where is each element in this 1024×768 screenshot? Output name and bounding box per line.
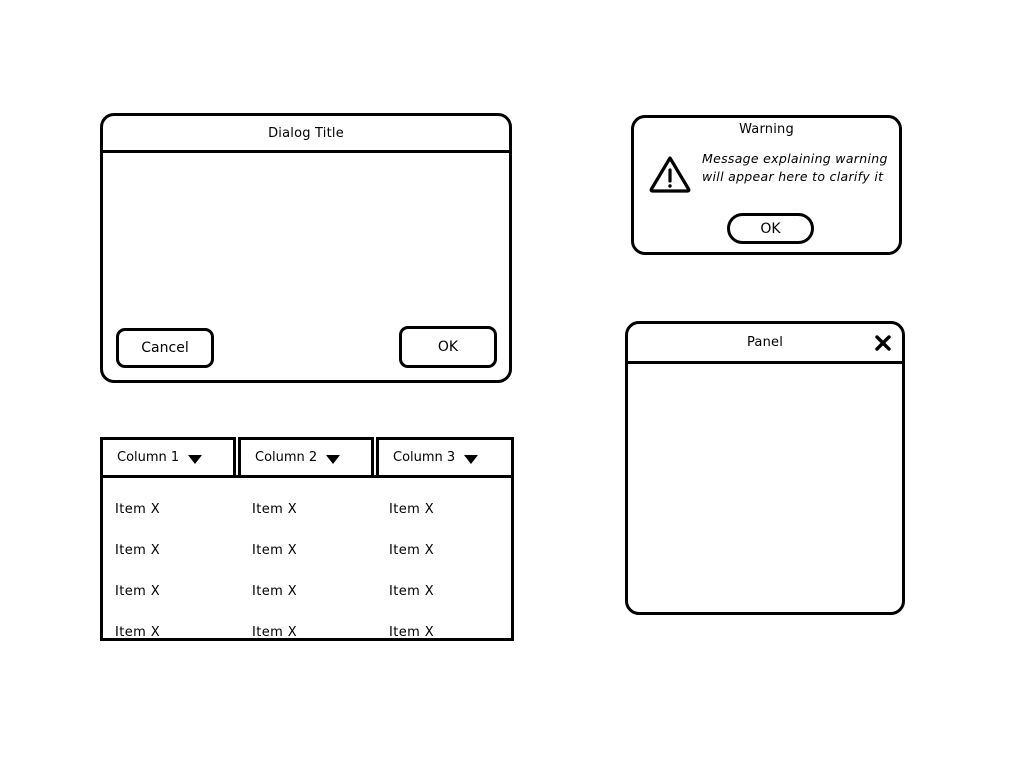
column-header-label: Column 2	[255, 450, 318, 465]
column-header-3[interactable]: Column 3	[376, 437, 514, 478]
table-cell: Item X	[389, 502, 435, 517]
table-row[interactable]: Item X Item X Item X	[103, 571, 511, 612]
data-table: Item X Item X Item X Item X Item X Item …	[100, 437, 514, 641]
wireframe-canvas: Dialog Title Cancel OK Warning Message e…	[0, 0, 1024, 768]
warning-message: Message explaining warning will appear h…	[702, 151, 888, 185]
table-cell: Item X	[252, 625, 298, 640]
table-cell: Item X	[115, 625, 161, 640]
dialog-titlebar: Dialog Title	[103, 116, 509, 153]
panel-title: Panel	[746, 335, 784, 350]
column-header-1[interactable]: Column 1	[100, 437, 236, 478]
column-header-label: Column 3	[393, 450, 456, 465]
table-cell: Item X	[389, 584, 435, 599]
ok-button-label: OK	[437, 339, 459, 355]
table-cell: Item X	[252, 543, 298, 558]
warning-ok-button[interactable]: OK	[727, 213, 814, 244]
panel-content-area	[628, 364, 902, 612]
warning-triangle-icon	[649, 156, 691, 193]
warning-title: Warning	[739, 122, 794, 137]
dialog-title: Dialog Title	[268, 125, 344, 141]
table-cell: Item X	[115, 543, 161, 558]
column-header-label: Column 1	[117, 450, 180, 465]
panel-window: Panel	[625, 321, 905, 615]
table-cell: Item X	[389, 625, 435, 640]
cancel-button[interactable]: Cancel	[116, 328, 214, 368]
warning-ok-button-label: OK	[760, 220, 781, 237]
table-body: Item X Item X Item X Item X Item X Item …	[100, 475, 514, 641]
table-cell: Item X	[115, 502, 161, 517]
sort-arrow-down-icon[interactable]	[464, 455, 479, 464]
table-row[interactable]: Item X Item X Item X	[103, 489, 511, 530]
table-cell: Item X	[252, 584, 298, 599]
table-cell: Item X	[252, 502, 298, 517]
table-header-row: Column 1 Column 2 Column 3	[100, 437, 514, 478]
table-cell: Item X	[389, 543, 435, 558]
close-x-icon[interactable]	[874, 334, 892, 352]
table-row[interactable]: Item X Item X Item X	[103, 612, 511, 653]
sort-arrow-down-icon[interactable]	[188, 455, 203, 464]
column-header-2[interactable]: Column 2	[238, 437, 374, 478]
panel-titlebar: Panel	[628, 324, 902, 364]
table-row[interactable]: Item X Item X Item X	[103, 530, 511, 571]
warning-content: Message explaining warning will appear h…	[648, 150, 891, 194]
warning-dialog: Warning Message explaining warning will …	[631, 115, 902, 255]
table-cell: Item X	[115, 584, 161, 599]
cancel-button-label: Cancel	[141, 340, 189, 356]
sort-arrow-down-icon[interactable]	[326, 455, 341, 464]
ok-button[interactable]: OK	[399, 326, 497, 368]
